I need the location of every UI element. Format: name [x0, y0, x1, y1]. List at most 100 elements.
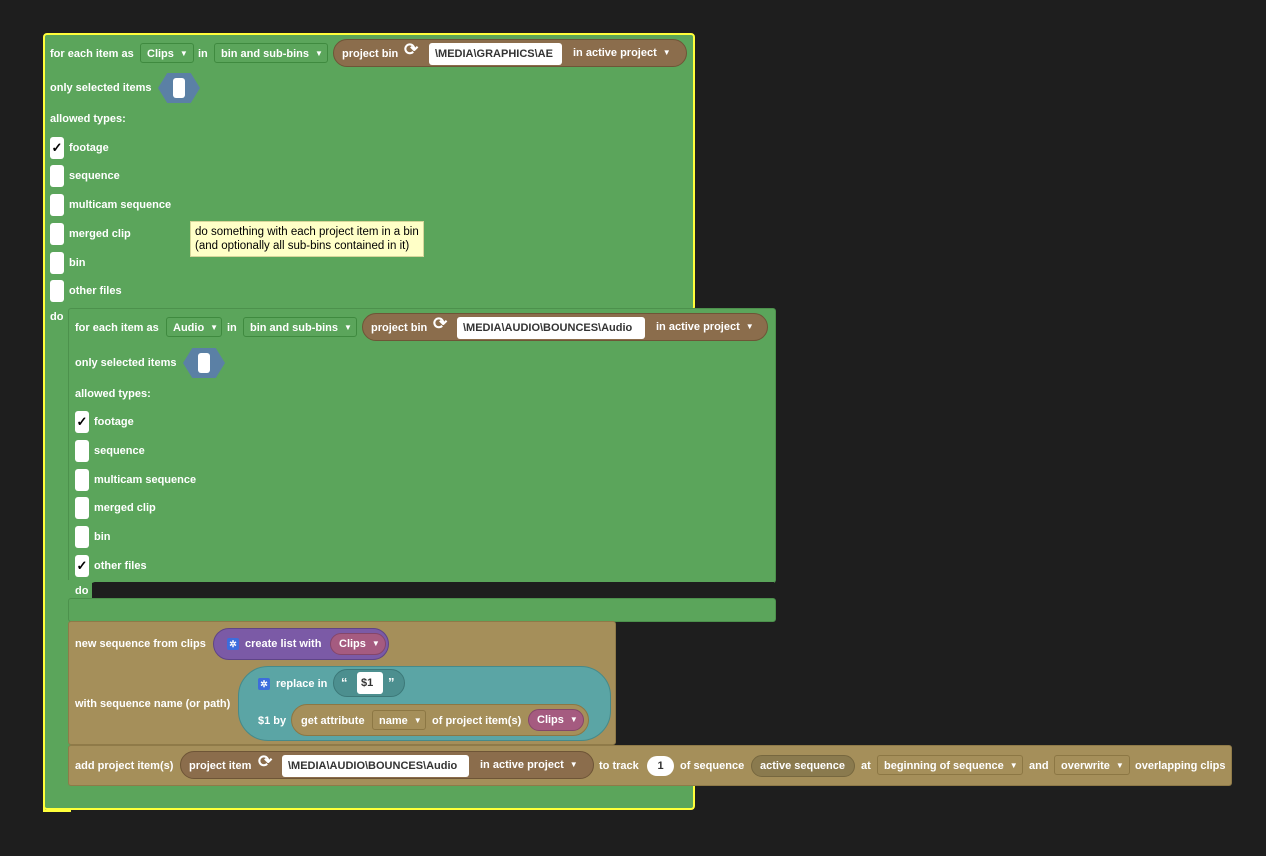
type-label-multicam: multicam sequence: [69, 199, 172, 211]
toggle-slot: [173, 78, 185, 98]
chevron-down-icon: ▼: [210, 323, 219, 332]
inner-type-checkbox-merged[interactable]: [75, 497, 89, 519]
type-checkbox-merged[interactable]: [50, 223, 64, 245]
inner-project-scope-dropdown[interactable]: in active project ▼: [650, 317, 764, 337]
project-bin-label: project bin: [342, 48, 399, 60]
inner-project-bin-label: project bin: [371, 322, 428, 334]
inner-type-label-merged: merged clip: [94, 502, 156, 514]
inner-type-label-bin: bin: [94, 531, 111, 543]
chevron-down-icon: ▼: [371, 639, 380, 648]
refresh-icon[interactable]: ⟳: [404, 41, 418, 58]
inner-in-label: in: [227, 322, 237, 334]
track-number-input[interactable]: 1: [647, 756, 674, 776]
type-checkbox-sequence[interactable]: [50, 165, 64, 187]
inner-do-slot: [92, 582, 774, 598]
overlapping-clips-label: overlapping clips: [1135, 760, 1226, 772]
type-checkbox-other[interactable]: [50, 280, 64, 302]
project-scope-dropdown[interactable]: in active project ▼: [567, 43, 681, 63]
inner-block-footer: [68, 598, 776, 622]
to-track-label: to track: [599, 760, 639, 772]
loop-variable-value: Clips: [147, 48, 174, 60]
create-list-label: create list with: [245, 638, 322, 650]
chevron-down-icon: ▼: [569, 715, 578, 724]
project-scope-value: in active project: [573, 47, 657, 59]
inner-loop-variable-value: Audio: [173, 322, 205, 334]
gear-icon: ✲: [227, 638, 239, 650]
chevron-down-icon: ▼: [344, 323, 352, 332]
position-dropdown[interactable]: beginning of sequence ▼: [877, 755, 1023, 775]
type-label-other: other files: [69, 285, 122, 297]
chevron-down-icon: ▼: [413, 716, 422, 725]
active-sequence-label: active sequence: [760, 760, 845, 772]
item-scope-dropdown[interactable]: in active project ▼: [474, 755, 588, 775]
inner-type-label-sequence: sequence: [94, 445, 145, 457]
of-sequence-label: of sequence: [680, 760, 745, 772]
close-quote: ”: [388, 675, 395, 690]
gear-icon: ✲: [258, 678, 270, 690]
project-item-label: project item: [189, 760, 252, 772]
type-label-footage: footage: [69, 142, 109, 154]
items-variable-value: Clips: [537, 714, 564, 726]
at-label: at: [861, 760, 871, 772]
inner-type-checkbox-sequence[interactable]: [75, 440, 89, 462]
inner-type-checkbox-other[interactable]: ✓: [75, 555, 89, 577]
type-label-merged: merged clip: [69, 228, 131, 240]
type-label-sequence: sequence: [69, 170, 120, 182]
sequence-name-label: with sequence name (or path): [75, 698, 231, 710]
inner-only-selected-label: only selected items: [75, 357, 177, 369]
new-sequence-label: new sequence from clips: [75, 638, 206, 650]
inner-type-checkbox-multicam[interactable]: [75, 469, 89, 491]
chevron-down-icon: ▼: [315, 49, 323, 58]
inner-type-label-multicam: multicam sequence: [94, 474, 197, 486]
allowed-types-label: allowed types:: [50, 113, 126, 125]
items-variable[interactable]: Clips ▼: [528, 709, 584, 731]
outer-do-spine: [43, 300, 71, 812]
attribute-dropdown[interactable]: name ▼: [372, 710, 426, 730]
type-checkbox-bin[interactable]: [50, 252, 64, 274]
toggle-slot: [198, 353, 210, 373]
block-tooltip: do something with each project item in a…: [190, 221, 424, 257]
chevron-down-icon: ▼: [1115, 761, 1124, 770]
bin-path-input[interactable]: \MEDIA\GRAPHICS\AE: [429, 43, 562, 65]
add-items-label: add project item(s): [75, 760, 174, 772]
placeholder-input[interactable]: $1: [357, 672, 383, 694]
inner-type-label-footage: footage: [94, 416, 134, 428]
refresh-icon[interactable]: ⟳: [433, 315, 447, 332]
type-checkbox-multicam[interactable]: [50, 194, 64, 216]
outer-block-footer: [43, 786, 695, 810]
replace-in-label: replace in: [276, 678, 328, 690]
do-label: do: [50, 311, 64, 323]
inner-type-label-other: other files: [94, 560, 147, 572]
inner-bin-path-input[interactable]: \MEDIA\AUDIO\BOUNCES\Audio: [457, 317, 645, 339]
chevron-down-icon: ▼: [662, 48, 671, 57]
replace-gear[interactable]: ✲: [258, 677, 270, 691]
mode-dropdown[interactable]: overwrite ▼: [1054, 755, 1130, 775]
of-items-label: of project item(s): [432, 715, 522, 727]
and-label: and: [1029, 760, 1049, 772]
loop-variable-dropdown[interactable]: Clips ▼: [140, 43, 194, 63]
inner-type-checkbox-footage[interactable]: ✓: [75, 411, 89, 433]
in-label: in: [198, 48, 208, 60]
chevron-down-icon: ▼: [569, 760, 578, 769]
open-quote: “: [341, 675, 348, 690]
list-item-variable[interactable]: Clips ▼: [330, 633, 386, 655]
refresh-icon[interactable]: ⟳: [258, 753, 272, 770]
chevron-down-icon: ▼: [1009, 761, 1018, 770]
type-checkbox-footage[interactable]: ✓: [50, 137, 64, 159]
create-list-gear[interactable]: ✲: [227, 637, 239, 651]
only-selected-label: only selected items: [50, 82, 152, 94]
list-item-variable-value: Clips: [339, 638, 366, 650]
outer-for-each-block[interactable]: [43, 33, 695, 311]
inner-loop-variable-dropdown[interactable]: Audio ▼: [166, 317, 222, 337]
inner-for-each-block[interactable]: [68, 308, 776, 583]
inner-bin-mode-dropdown[interactable]: bin and sub-bins ▼: [243, 317, 357, 337]
inner-allowed-types-label: allowed types:: [75, 388, 151, 400]
item-path-input[interactable]: \MEDIA\AUDIO\BOUNCES\Audio: [282, 755, 469, 777]
type-label-bin: bin: [69, 257, 86, 269]
tooltip-line-1: do something with each project item in a…: [195, 226, 419, 238]
inner-type-checkbox-bin[interactable]: [75, 526, 89, 548]
chevron-down-icon: ▼: [179, 49, 188, 58]
inner-do-label: do: [75, 585, 89, 597]
item-scope-value: in active project: [480, 759, 564, 771]
bin-mode-dropdown[interactable]: bin and sub-bins ▼: [214, 43, 328, 63]
